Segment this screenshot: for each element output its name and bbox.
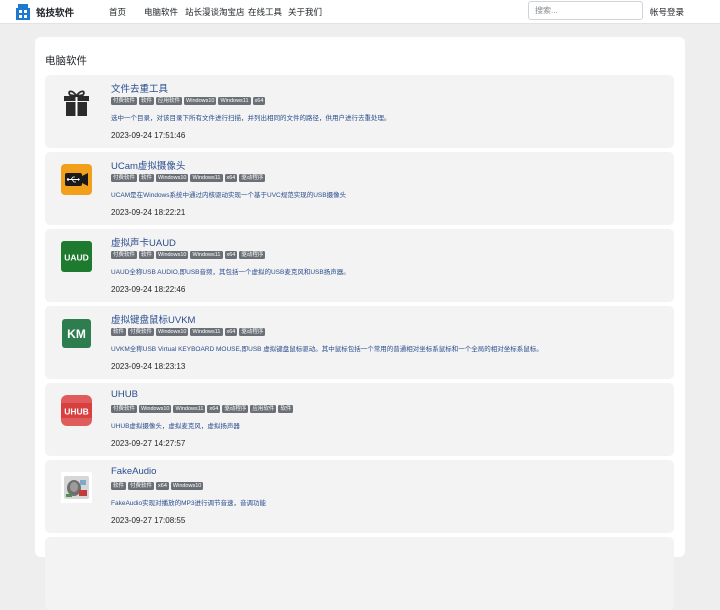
software-card[interactable] — [45, 537, 674, 610]
uaud-icon: UAUD — [61, 241, 92, 272]
tag[interactable]: 软件 — [111, 328, 127, 336]
section-title: 电脑软件 — [45, 55, 87, 67]
nav-link-about[interactable]: 关于我们 — [288, 6, 322, 18]
card-description: UHUB虚拟摄像头，虚拟麦克风，虚拟扬声器 — [111, 423, 240, 430]
software-card[interactable]: UAUD 虚拟声卡UAUD 付费软件 软件 Windows10 Windows1… — [45, 229, 674, 302]
tag[interactable]: 付费软件 — [111, 405, 138, 413]
svg-text:KM: KM — [67, 327, 86, 341]
tag[interactable]: 付费软件 — [111, 97, 138, 105]
brand-logo-icon — [16, 3, 30, 20]
card-description: FakeAudio实现对播放的MP3进行调节音速，音调功能 — [111, 500, 266, 507]
card-description: 选中一个目录，对该目录下所有文件进行扫描，并列出相同的文件的路径，供用户进行去重… — [111, 115, 391, 122]
gift-icon — [61, 87, 92, 118]
tag[interactable]: Windows10 — [156, 174, 189, 182]
km-icon: KM — [61, 318, 92, 349]
card-title[interactable]: UHUB — [111, 389, 138, 400]
tag[interactable]: 应用软件 — [156, 97, 183, 105]
tag-list: 付费软件 软件 Windows10 Windows11 x64 驱动程序 — [111, 251, 266, 259]
card-date: 2023-09-24 18:23:13 — [111, 362, 186, 371]
tag[interactable]: 付费软件 — [128, 328, 155, 336]
card-title[interactable]: UCam虚拟摄像头 — [111, 158, 185, 172]
card-date: 2023-09-27 17:08:55 — [111, 516, 186, 525]
brand[interactable]: 铭技软件 — [15, 2, 74, 21]
tag[interactable]: 驱动程序 — [239, 328, 266, 336]
tag[interactable]: x64 — [207, 405, 221, 413]
card-description: UCAM是在Windows系统中通过内核驱动实现一个基于UVC规范实现的USB摄… — [111, 192, 347, 199]
brand-name: 铭技软件 — [36, 7, 75, 19]
tag[interactable]: Windows10 — [170, 482, 204, 490]
tag[interactable]: x64 — [252, 97, 266, 105]
software-card[interactable]: 文件去重工具 付费软件 软件 应用软件 Windows10 Windows11 … — [45, 75, 674, 148]
tag[interactable]: x64 — [156, 482, 169, 490]
search-input[interactable] — [528, 1, 643, 20]
nav-link-online-tools[interactable]: 在线工具 — [248, 6, 282, 18]
svg-text:UAUD: UAUD — [64, 253, 89, 263]
nav-link-home[interactable]: 首页 — [109, 6, 126, 18]
tag[interactable]: 软件 — [139, 174, 155, 182]
card-description: UAUD全称USB AUDIO,即USB音频，其包括一个虚拟的USB麦克风和US… — [111, 269, 350, 276]
card-title[interactable]: 虚拟声卡UAUD — [111, 235, 176, 249]
card-date: 2023-09-24 18:22:21 — [111, 208, 186, 217]
content-panel: 电脑软件 文件去重工具 付费软件 软件 应用软件 Windows10 Windo… — [35, 37, 685, 610]
tag[interactable]: Windows10 — [184, 97, 217, 105]
tag[interactable]: 软件 — [278, 405, 294, 413]
tag[interactable]: 驱动程序 — [222, 405, 249, 413]
tag-list: 付费软件 软件 应用软件 Windows10 Windows11 x64 — [111, 97, 266, 105]
software-card[interactable]: UHUB UHUB 付费软件 Windows10 Windows11 x64 驱… — [45, 383, 674, 456]
tag[interactable]: 软件 — [139, 251, 155, 259]
card-title[interactable]: 文件去重工具 — [111, 81, 168, 95]
tag[interactable]: Windows11 — [173, 405, 206, 413]
card-date: 2023-09-24 17:51:46 — [111, 131, 186, 140]
tag[interactable]: 付费软件 — [111, 174, 138, 182]
tag[interactable]: 软件 — [139, 97, 155, 105]
tag[interactable]: 软件 — [111, 482, 127, 490]
tag[interactable]: 付费软件 — [128, 482, 155, 490]
tag[interactable]: Windows11 — [218, 97, 251, 105]
software-card[interactable]: FakeAudio 软件 付费软件 x64 Windows10 FakeAudi… — [45, 460, 674, 533]
tag[interactable]: x64 — [224, 251, 238, 259]
tag[interactable]: Windows10 — [139, 405, 172, 413]
card-date: 2023-09-24 18:22:46 — [111, 285, 186, 294]
tag[interactable]: x64 — [224, 174, 238, 182]
card-title[interactable]: 虚拟键盘鼠标UVKM — [111, 312, 195, 326]
tag[interactable]: Windows11 — [190, 251, 223, 259]
tag[interactable]: 驱动程序 — [239, 174, 266, 182]
card-date: 2023-09-27 14:27:57 — [111, 439, 186, 448]
login-link[interactable]: 帐号登录 — [650, 6, 684, 18]
top-navbar: 铭技软件 首页 电脑软件 站长漫谈淘宝店 在线工具 关于我们 帐号登录 — [0, 0, 720, 24]
card-description: UVKM全称USB Virtual KEYBOARD MOUSE,即USB 虚拟… — [111, 346, 543, 353]
svg-text:UHUB: UHUB — [64, 407, 89, 417]
nav-link-pc-software[interactable]: 电脑软件 — [144, 6, 178, 18]
nav-link-taobao[interactable]: 站长漫谈淘宝店 — [185, 6, 245, 18]
software-card[interactable]: KM 虚拟键盘鼠标UVKM 软件 付费软件 Windows10 Windows1… — [45, 306, 674, 379]
tag[interactable]: Windows10 — [156, 328, 189, 336]
tag[interactable]: x64 — [224, 328, 238, 336]
uhub-icon: UHUB — [61, 395, 92, 426]
tag-list: 软件 付费软件 Windows10 Windows11 x64 驱动程序 — [111, 328, 266, 336]
tag[interactable]: Windows10 — [156, 251, 189, 259]
card-title[interactable]: FakeAudio — [111, 466, 156, 477]
software-card[interactable]: UCam虚拟摄像头 付费软件 软件 Windows10 Windows11 x6… — [45, 152, 674, 225]
tag-list: 付费软件 Windows10 Windows11 x64 驱动程序 应用软件 软… — [111, 405, 294, 413]
tag[interactable]: 付费软件 — [111, 251, 138, 259]
usb-camera-icon — [61, 164, 92, 195]
tag[interactable]: 应用软件 — [250, 405, 277, 413]
tag-list: 软件 付费软件 x64 Windows10 — [111, 482, 204, 490]
fakeaudio-icon — [61, 472, 92, 503]
tag[interactable]: 驱动程序 — [239, 251, 266, 259]
tag[interactable]: Windows11 — [190, 174, 223, 182]
tag[interactable]: Windows11 — [190, 328, 223, 336]
tag-list: 付费软件 软件 Windows10 Windows11 x64 驱动程序 — [111, 174, 266, 182]
